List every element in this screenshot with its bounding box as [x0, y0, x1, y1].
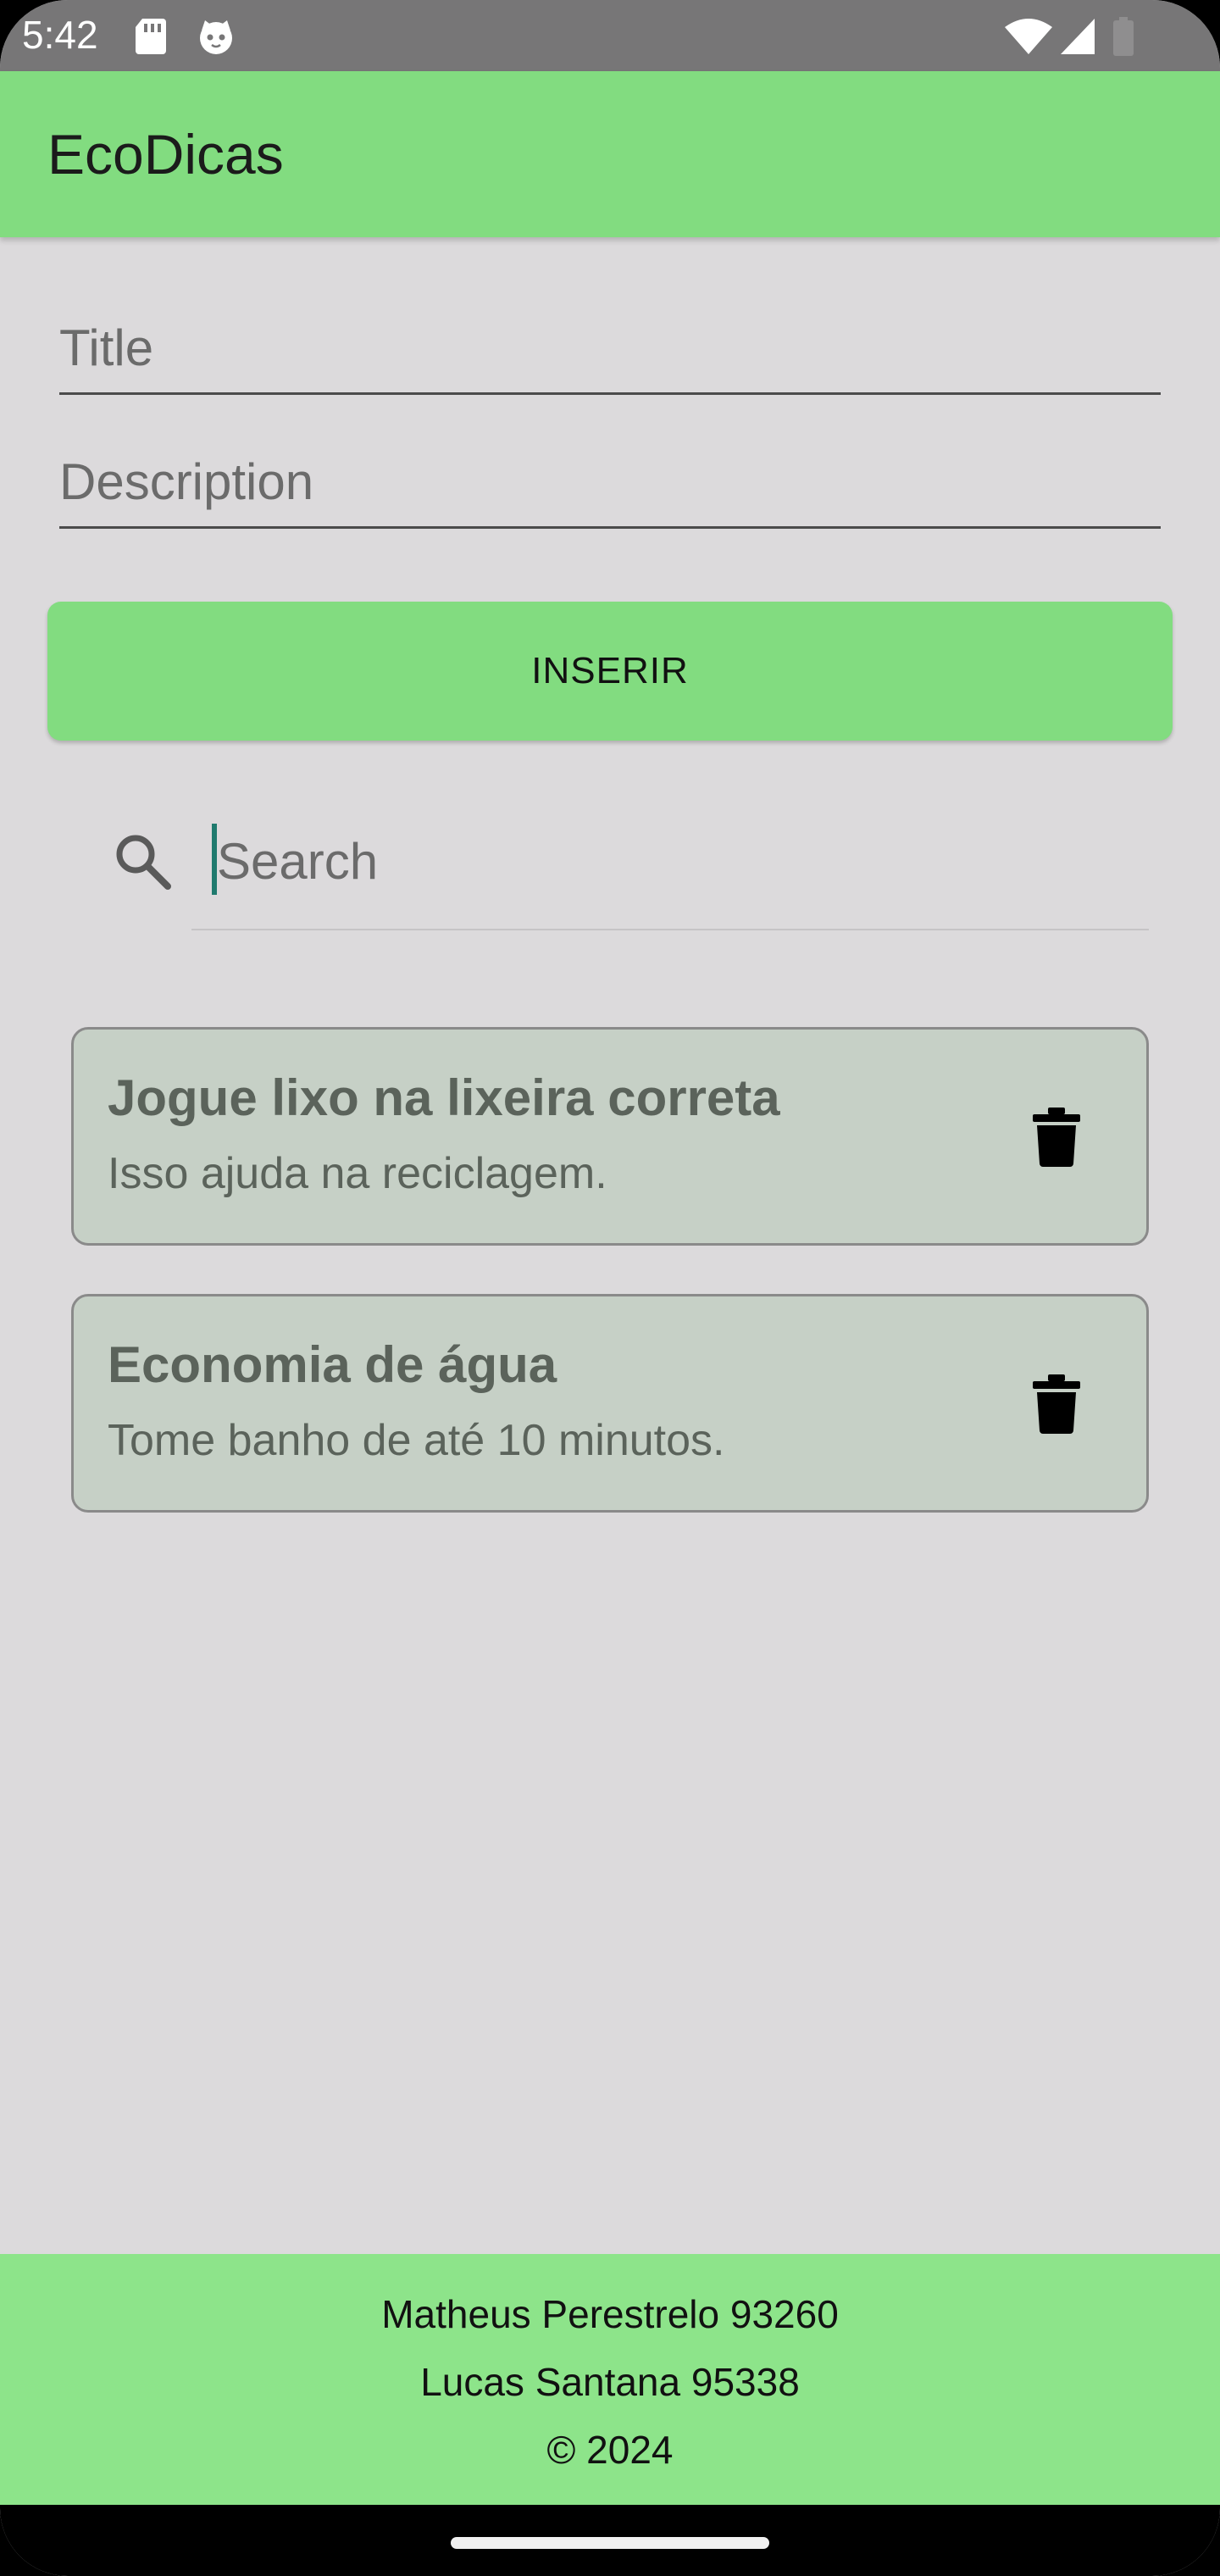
app-screen: 5:42 EcoDicas INSE [0, 0, 1220, 2576]
sd-card-icon [136, 19, 166, 54]
status-time: 5:42 [22, 13, 98, 57]
app-title: EcoDicas [47, 123, 284, 186]
signal-icon [1061, 19, 1095, 54]
footer-author-1: Matheus Perestrelo 93260 [381, 2292, 839, 2336]
battery-icon [1113, 17, 1134, 56]
footer-copyright: © 2024 [546, 2428, 674, 2472]
status-bar: 5:42 [0, 0, 1220, 71]
title-input[interactable] [59, 319, 1161, 377]
tip-card[interactable]: Economia de água Tome banho de até 10 mi… [71, 1294, 1149, 1513]
cat-icon [200, 20, 232, 54]
wifi-icon [1005, 19, 1052, 54]
description-field[interactable] [59, 452, 1161, 529]
delete-icon[interactable] [1031, 1108, 1082, 1167]
description-input[interactable] [59, 452, 1161, 511]
navigation-bar [0, 2505, 1220, 2576]
home-handle[interactable] [451, 2537, 769, 2549]
tip-description: Isso ajuda na reciclagem. [108, 1149, 607, 1198]
footer: Matheus Perestrelo 93260 Lucas Santana 9… [0, 2254, 1220, 2505]
search-icon [116, 835, 171, 890]
title-field[interactable] [59, 319, 1161, 395]
insert-button[interactable]: INSERIR [47, 602, 1173, 741]
delete-icon[interactable] [1031, 1374, 1082, 1434]
tip-card[interactable]: Jogue lixo na lixeira correta Isso ajuda… [71, 1027, 1149, 1246]
tip-description: Tome banho de até 10 minutos. [108, 1416, 725, 1465]
tip-title: Economia de água [108, 1336, 557, 1393]
footer-author-2: Lucas Santana 95338 [420, 2360, 800, 2404]
tip-title: Jogue lixo na lixeira correta [108, 1069, 780, 1126]
app-bar: EcoDicas [0, 71, 1220, 237]
search-input[interactable] [217, 820, 1149, 902]
search-underline [191, 929, 1149, 930]
